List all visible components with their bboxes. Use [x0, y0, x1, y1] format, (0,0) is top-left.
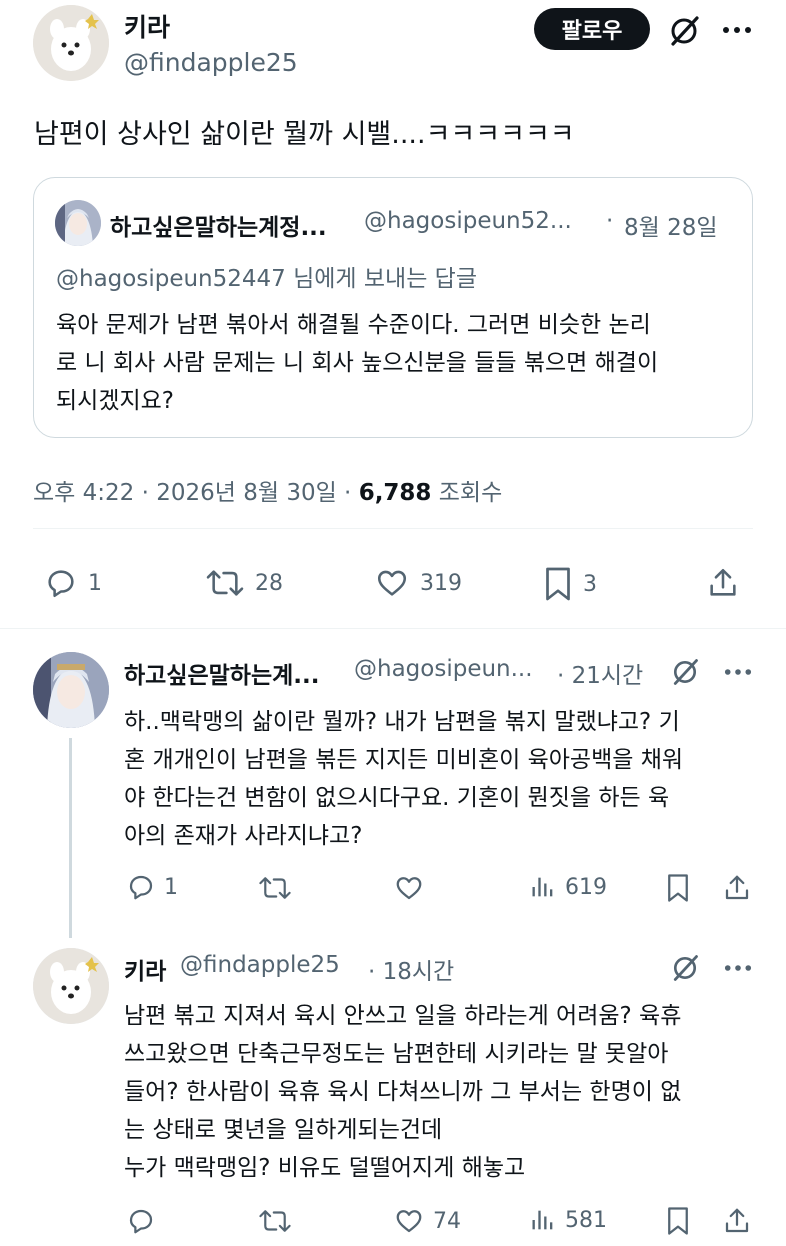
- quoted-author-avatar: [55, 200, 101, 246]
- section-divider: [0, 628, 786, 629]
- reply-2-view-count: 581: [565, 1207, 607, 1233]
- reply-1-text-line-3: 야 한다는건 변함이 없으시다구요. 기혼이 뭔짓을 하든 육: [124, 785, 670, 811]
- reply-1-more-icon[interactable]: [724, 668, 752, 676]
- reply-icon: [126, 872, 156, 902]
- tweet-text: 남편이 상사인 삶이란 뭘까 시밸....ㅋㅋㅋㅋㅋㅋ: [34, 119, 575, 150]
- more-options-icon[interactable]: [722, 26, 752, 34]
- reply-2-text-line-5: 누가 맥락맹임? 비유도 덜떨어지게 해놓고: [124, 1155, 526, 1181]
- author-display-name[interactable]: 키라: [124, 8, 170, 44]
- reply-1-author-name[interactable]: 하고싶은말하는계...: [124, 656, 320, 690]
- quoted-text-line-3: 되시겠지요?: [56, 388, 175, 414]
- reply-2-retweet-icon[interactable]: [258, 1206, 292, 1236]
- follow-button[interactable]: 팔로우: [534, 8, 650, 50]
- quoted-text-line-2: 로 니 회사 사람 문제는 니 회사 높으신분을 들들 볶으면 해결이: [56, 350, 659, 376]
- reply-1-view-count: 619: [565, 874, 607, 900]
- retweet-icon: [205, 566, 245, 600]
- bookmark-icon: [543, 566, 573, 602]
- quoted-text-line-1: 육아 문제가 남편 볶아서 해결될 수준이다. 그러면 비슷한 논리: [56, 312, 651, 338]
- follow-button-label: 팔로우: [561, 19, 623, 44]
- views-icon: [529, 1206, 557, 1234]
- reply-2-author-handle[interactable]: @findapple25: [180, 952, 340, 978]
- reply-1-text-line-4: 아의 존재가 사라지냐고?: [124, 823, 363, 849]
- quoted-date: 8월 28일: [624, 215, 718, 241]
- reply-thread-line: [69, 738, 72, 938]
- reply-1-reply-count: 1: [164, 874, 178, 900]
- reply-2-text-line-3: 들어? 한사람이 육휴 육시 다쳐쓰니까 그 부서는 한명이 없: [124, 1079, 682, 1105]
- tweet-meta: 오후 4:22 · 2026년 8월 30일 · 6,788 조회수: [33, 473, 502, 507]
- quoted-author-handle: @hagosipeun52...: [364, 208, 572, 234]
- author-handle[interactable]: @findapple25: [124, 48, 298, 77]
- reply-2-like-count: 74: [433, 1208, 461, 1234]
- quoted-reply-context: @hagosipeun52447 님에게 보내는 답글: [56, 266, 477, 292]
- divider: [33, 528, 753, 529]
- reply-1-grok-icon[interactable]: [670, 657, 700, 687]
- reply-1-time[interactable]: · 21시간: [557, 656, 643, 690]
- reply-2-reply-icon[interactable]: [126, 1206, 156, 1236]
- reply-2-views-action[interactable]: 581: [529, 1206, 607, 1234]
- reply-count: 1: [88, 570, 102, 596]
- reply-1-views-action[interactable]: 619: [529, 873, 607, 901]
- quoted-author-name: 하고싶은말하는계정...: [110, 215, 327, 241]
- heart-icon: [393, 1206, 425, 1236]
- view-count: 6,788: [358, 480, 432, 506]
- share-icon[interactable]: [706, 566, 740, 600]
- like-count: 319: [420, 570, 462, 596]
- quoted-sep: ·: [606, 208, 614, 234]
- reply-1-author-handle[interactable]: @hagosipeun...: [354, 656, 533, 682]
- reply-2-time[interactable]: · 18시간: [368, 952, 454, 986]
- reply-2-grok-icon[interactable]: [670, 953, 700, 983]
- bookmark-count: 3: [583, 571, 597, 597]
- like-action[interactable]: 319: [374, 566, 462, 600]
- reply-1-avatar[interactable]: [33, 652, 109, 728]
- view-count-label: 조회수: [438, 480, 503, 506]
- reply-1-share-icon[interactable]: [722, 873, 752, 903]
- reply-2-author-name[interactable]: 키라: [124, 952, 166, 986]
- tweet-timestamp[interactable]: 오후 4:22 · 2026년 8월 30일 ·: [33, 480, 351, 506]
- retweet-action[interactable]: 28: [205, 566, 283, 600]
- reply-1-bookmark-icon[interactable]: [665, 873, 691, 903]
- reply-2-text-line-2: 쓰고왔으면 단축근무정도는 남편한테 시키라는 말 못알아: [124, 1041, 669, 1067]
- reply-2-text-line-4: 는 상태로 몇년을 일하게되는건데: [124, 1117, 443, 1143]
- reply-2-avatar[interactable]: [33, 948, 109, 1024]
- reply-1-text-line-1: 하..맥락맹의 삶이란 뭘까? 내가 남편을 볶지 말랬냐고? 기: [124, 709, 680, 735]
- reply-1-text-line-2: 혼 개개인이 남편을 볶든 지지든 미비혼이 육아공백을 채워: [124, 747, 684, 773]
- reply-icon: [44, 566, 78, 600]
- reply-1-reply-action[interactable]: 1: [126, 872, 178, 902]
- bookmark-action[interactable]: 3: [543, 566, 597, 602]
- reply-2-text-line-1: 남편 볶고 지져서 육시 안쓰고 일을 하라는게 어려움? 육휴: [124, 1003, 682, 1029]
- reply-2-like-action[interactable]: 74: [393, 1206, 461, 1236]
- heart-icon: [374, 566, 410, 600]
- reply-1-heart-icon[interactable]: [393, 873, 425, 903]
- author-avatar[interactable]: [33, 5, 109, 81]
- reply-2-share-icon[interactable]: [722, 1206, 752, 1236]
- views-icon: [529, 873, 557, 901]
- grok-icon[interactable]: [667, 14, 701, 48]
- retweet-count: 28: [255, 570, 283, 596]
- reply-2-bookmark-icon[interactable]: [665, 1206, 691, 1236]
- reply-1-retweet-icon[interactable]: [258, 873, 292, 903]
- reply-action[interactable]: 1: [44, 566, 102, 600]
- reply-2-more-icon[interactable]: [724, 964, 752, 972]
